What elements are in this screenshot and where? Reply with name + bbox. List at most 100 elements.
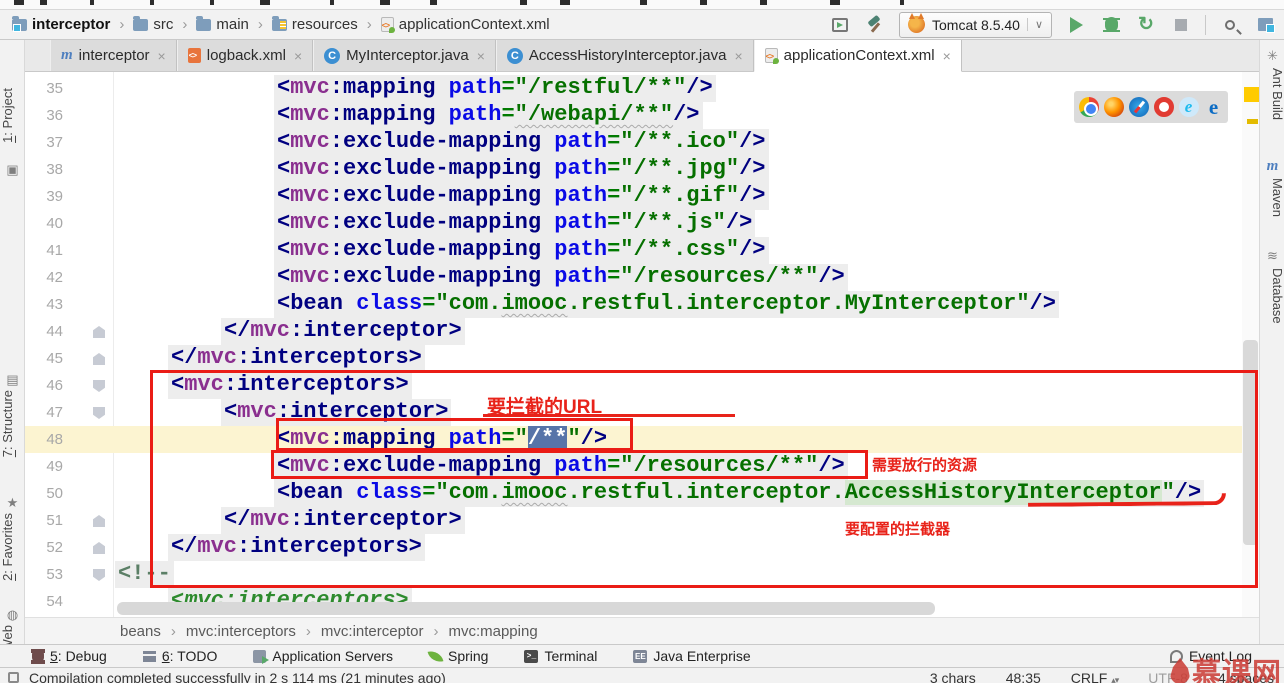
internet-explorer-icon[interactable]: e [1179,97,1199,117]
clipped-menu-bar [0,0,1284,10]
fold-marker-icon[interactable] [93,353,105,365]
maven-icon: m [1265,158,1280,173]
caret-position[interactable]: 48:35 [1006,670,1041,683]
line-number: 43 [27,296,63,313]
fold-marker-icon[interactable] [93,569,105,581]
breadcrumb-mvc-interceptor[interactable]: mvc:interceptor [321,623,424,640]
show-run-window-button[interactable] [829,14,851,36]
sidebar-item-database[interactable]: Database [1260,268,1284,324]
run-button[interactable] [1065,14,1087,36]
fold-marker-icon[interactable] [93,542,105,554]
edge-icon[interactable]: e [1204,97,1224,117]
sidebar-item-structure[interactable]: 7: Structure [0,390,25,457]
safari-icon[interactable] [1129,97,1149,117]
toolwindow-todo[interactable]: 6: TODO [143,648,218,664]
close-icon[interactable] [477,48,485,64]
breadcrumb-beans[interactable]: beans [120,623,161,640]
code-line-41[interactable]: 41<mvc:exclude-mapping path="/**.css"/> [25,237,1259,264]
java-enterprise-icon: EE [633,650,647,663]
toolwindow-spring[interactable]: Spring [429,648,488,664]
line-number: 50 [27,485,63,502]
tab-interceptor[interactable]: m interceptor [50,40,177,71]
tab-applicationcontext-xml[interactable]: applicationContext.xml [754,40,962,72]
warning-stripe-mark[interactable] [1247,119,1258,124]
line-ending-select[interactable]: CRLF ▴▾ [1071,670,1119,683]
code-line-37[interactable]: 37<mvc:exclude-mapping path="/**.ico"/> [25,129,1259,156]
code-line-43[interactable]: 43<bean class="com.imooc.restful.interce… [25,291,1259,318]
code-line-44[interactable]: 44</mvc:interceptor> [25,318,1259,345]
run-with-coverage-button[interactable]: ↻ [1135,14,1157,36]
code-line-45[interactable]: 45</mvc:interceptors> [25,345,1259,372]
breadcrumb-mvc-interceptors[interactable]: mvc:interceptors [186,623,296,640]
code-line-47[interactable]: 47<mvc:interceptor> [25,399,1259,426]
scrollbar-thumb[interactable] [1243,340,1258,545]
line-number: 41 [27,242,63,259]
fold-marker-icon[interactable] [93,407,105,419]
xml-breadcrumb-bar: beans mvc:interceptors mvc:interceptor m… [25,617,1259,644]
annotation-allow-resources: 需要放行的资源 [872,454,977,475]
project-structure-button[interactable] [1254,14,1276,36]
line-number: 36 [27,107,63,124]
chrome-icon[interactable] [1079,97,1099,117]
code-line-46[interactable]: 46<mvc:interceptors> [25,372,1259,399]
search-everywhere-button[interactable] [1219,14,1241,36]
build-hammer-button[interactable] [864,14,886,36]
breadcrumb-item-resources[interactable]: resources [270,15,360,34]
debug-button[interactable] [1100,14,1122,36]
close-icon[interactable] [158,48,166,64]
toolwindow-application-servers[interactable]: Application Servers [253,648,393,664]
sidebar-item-project[interactable]: 1: Project [0,88,25,143]
globe-icon: ◍ [5,607,20,622]
code-line-51[interactable]: 51</mvc:interceptor> [25,507,1259,534]
toolwindow-debug[interactable]: 5: Debug [32,648,107,664]
breadcrumb-item-src[interactable]: src [131,15,175,34]
annotation-hand-underline [1028,493,1226,507]
code-line-42[interactable]: 42<mvc:exclude-mapping path="/resources/… [25,264,1259,291]
code-line-40[interactable]: 40<mvc:exclude-mapping path="/**.js"/> [25,210,1259,237]
left-toolwindow-stripe: 1: Project ▣ ▤ 7: Structure ★ 2: Favorit… [0,40,25,644]
status-message: Compilation completed successfully in 2 … [29,670,446,683]
toolwindow-bar: 5: Debug 6: TODO Application Servers Spr… [0,644,1284,667]
code-line-49[interactable]: 49<mvc:exclude-mapping path="/resources/… [25,453,1259,480]
code-line-39[interactable]: 39<mvc:exclude-mapping path="/**.gif"/> [25,183,1259,210]
java-class-icon: C [507,48,523,64]
close-icon[interactable] [943,48,951,64]
breadcrumb-item-file[interactable]: applicationContext.xml [379,15,552,34]
tab-accesshistoryinterceptor-java[interactable]: C AccessHistoryInterceptor.java [496,40,754,71]
breadcrumb-mvc-mapping[interactable]: mvc:mapping [448,623,537,640]
close-icon[interactable] [294,48,302,64]
opera-icon[interactable] [1154,97,1174,117]
sidebar-item-maven[interactable]: Maven [1260,178,1284,217]
warning-stripe-mark[interactable] [1244,87,1259,102]
code-line-48[interactable]: 48<mvc:mapping path="/**"/> [25,426,1259,453]
folder-icon [196,19,211,31]
close-icon[interactable] [734,48,742,64]
breadcrumb: interceptor src main resources applicati… [10,15,552,34]
sidebar-item-ant-build[interactable]: Ant Build [1260,68,1284,120]
fold-marker-icon[interactable] [93,515,105,527]
browser-preview-popup: e e [1074,91,1228,123]
code-line-53[interactable]: 53<!-- [25,561,1259,588]
fold-marker-icon[interactable] [93,326,105,338]
toolwindow-java-enterprise[interactable]: EEJava Enterprise [633,648,750,664]
code-line-52[interactable]: 52</mvc:interceptors> [25,534,1259,561]
firefox-icon[interactable] [1104,97,1124,117]
spring-xml-file-icon [765,48,778,63]
horizontal-scrollbar[interactable] [117,602,935,615]
run-configuration-select[interactable]: Tomcat 8.5.40 ∨ [899,12,1052,38]
line-number: 35 [27,80,63,97]
breadcrumb-item-project[interactable]: interceptor [10,15,112,34]
vertical-scrollbar[interactable] [1242,72,1259,617]
breadcrumb-item-main[interactable]: main [194,15,251,34]
stop-button[interactable] [1170,14,1192,36]
tab-myinterceptor-java[interactable]: C MyInterceptor.java [313,40,496,71]
tab-logback-xml[interactable]: logback.xml [177,40,313,71]
status-icon [8,672,19,683]
code-editor[interactable]: 35<mvc:mapping path="/restful/**"/>36<mv… [25,72,1259,617]
line-number: 44 [27,323,63,340]
sidebar-item-favorites[interactable]: 2: Favorites [0,513,25,581]
fold-marker-icon[interactable] [93,380,105,392]
code-line-38[interactable]: 38<mvc:exclude-mapping path="/**.jpg"/> [25,156,1259,183]
toolwindow-terminal[interactable]: >_Terminal [524,648,597,664]
toolbar-divider [1205,15,1206,35]
